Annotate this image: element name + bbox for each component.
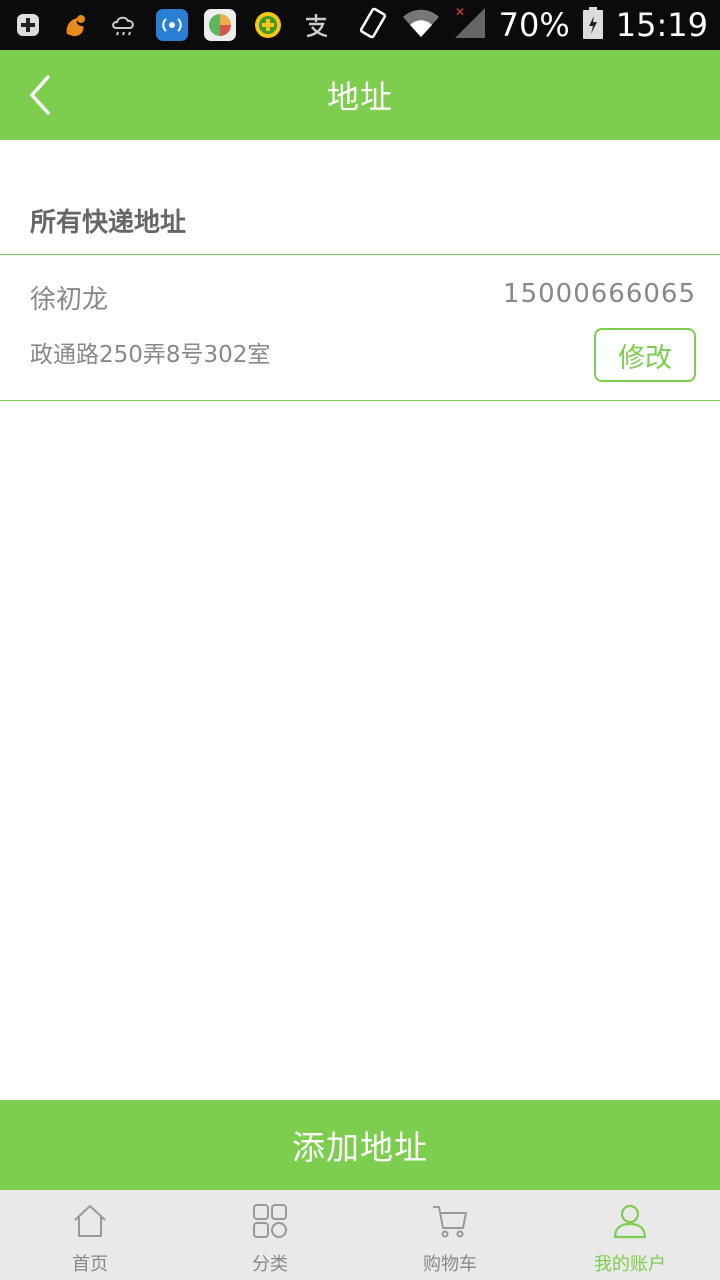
uc-browser-icon xyxy=(60,9,92,41)
signal-icon: ✕ xyxy=(453,5,487,44)
chevron-left-icon xyxy=(30,75,50,115)
nav-label-category: 分类 xyxy=(252,1254,288,1275)
wifi-app-icon xyxy=(156,9,188,41)
add-address-button[interactable]: 添加地址 xyxy=(0,1100,720,1190)
alipay-icon xyxy=(300,9,332,41)
vibrate-icon xyxy=(357,6,389,44)
home-icon xyxy=(74,1205,106,1237)
battery-icon xyxy=(582,6,604,44)
status-bar: ✕ 70% 15:19 xyxy=(0,0,720,50)
plus-notification-icon xyxy=(12,9,44,41)
svg-text:✕: ✕ xyxy=(455,6,465,19)
nav-item-cart[interactable]: 购物车 xyxy=(360,1190,540,1280)
section-heading: 所有快递地址 xyxy=(0,140,720,255)
system-indicators: ✕ 70% 15:19 xyxy=(357,5,708,44)
edit-address-button[interactable]: 修改 xyxy=(594,328,696,382)
bottom-nav: 首页 分类 购物车 我的账户 xyxy=(0,1190,720,1280)
nav-label-cart: 购物车 xyxy=(423,1254,477,1275)
game-icon xyxy=(204,9,236,41)
address-detail: 政通路250弄8号302室 xyxy=(30,342,271,368)
user-icon xyxy=(613,1204,647,1239)
nav-item-category[interactable]: 分类 xyxy=(180,1190,360,1280)
nav-item-account[interactable]: 我的账户 xyxy=(540,1190,720,1280)
battery-percent: 70% xyxy=(498,6,570,44)
app-header: 地址 xyxy=(0,50,720,140)
nav-label-account: 我的账户 xyxy=(594,1254,666,1275)
notification-icons xyxy=(12,9,332,41)
address-list-item: 徐初龙 15000666065 政通路250弄8号302室 修改 xyxy=(0,255,720,401)
address-screen: ✕ 70% 15:19 地址 所有快递地址 徐初龙 15000666065 政通… xyxy=(0,0,720,1280)
back-button[interactable] xyxy=(18,70,62,120)
nav-label-home: 首页 xyxy=(72,1254,108,1275)
clock: 15:19 xyxy=(615,6,708,44)
app-store-icon xyxy=(252,9,284,41)
category-grid-icon xyxy=(253,1204,287,1238)
weather-icon xyxy=(108,9,140,41)
nav-item-home[interactable]: 首页 xyxy=(0,1190,180,1280)
cart-icon xyxy=(433,1206,467,1238)
recipient-phone: 15000666065 xyxy=(503,279,696,309)
page-title: 地址 xyxy=(326,78,393,116)
wifi-icon xyxy=(401,7,441,43)
recipient-name: 徐初龙 xyxy=(30,285,109,315)
section-title: 所有快递地址 xyxy=(30,208,187,238)
